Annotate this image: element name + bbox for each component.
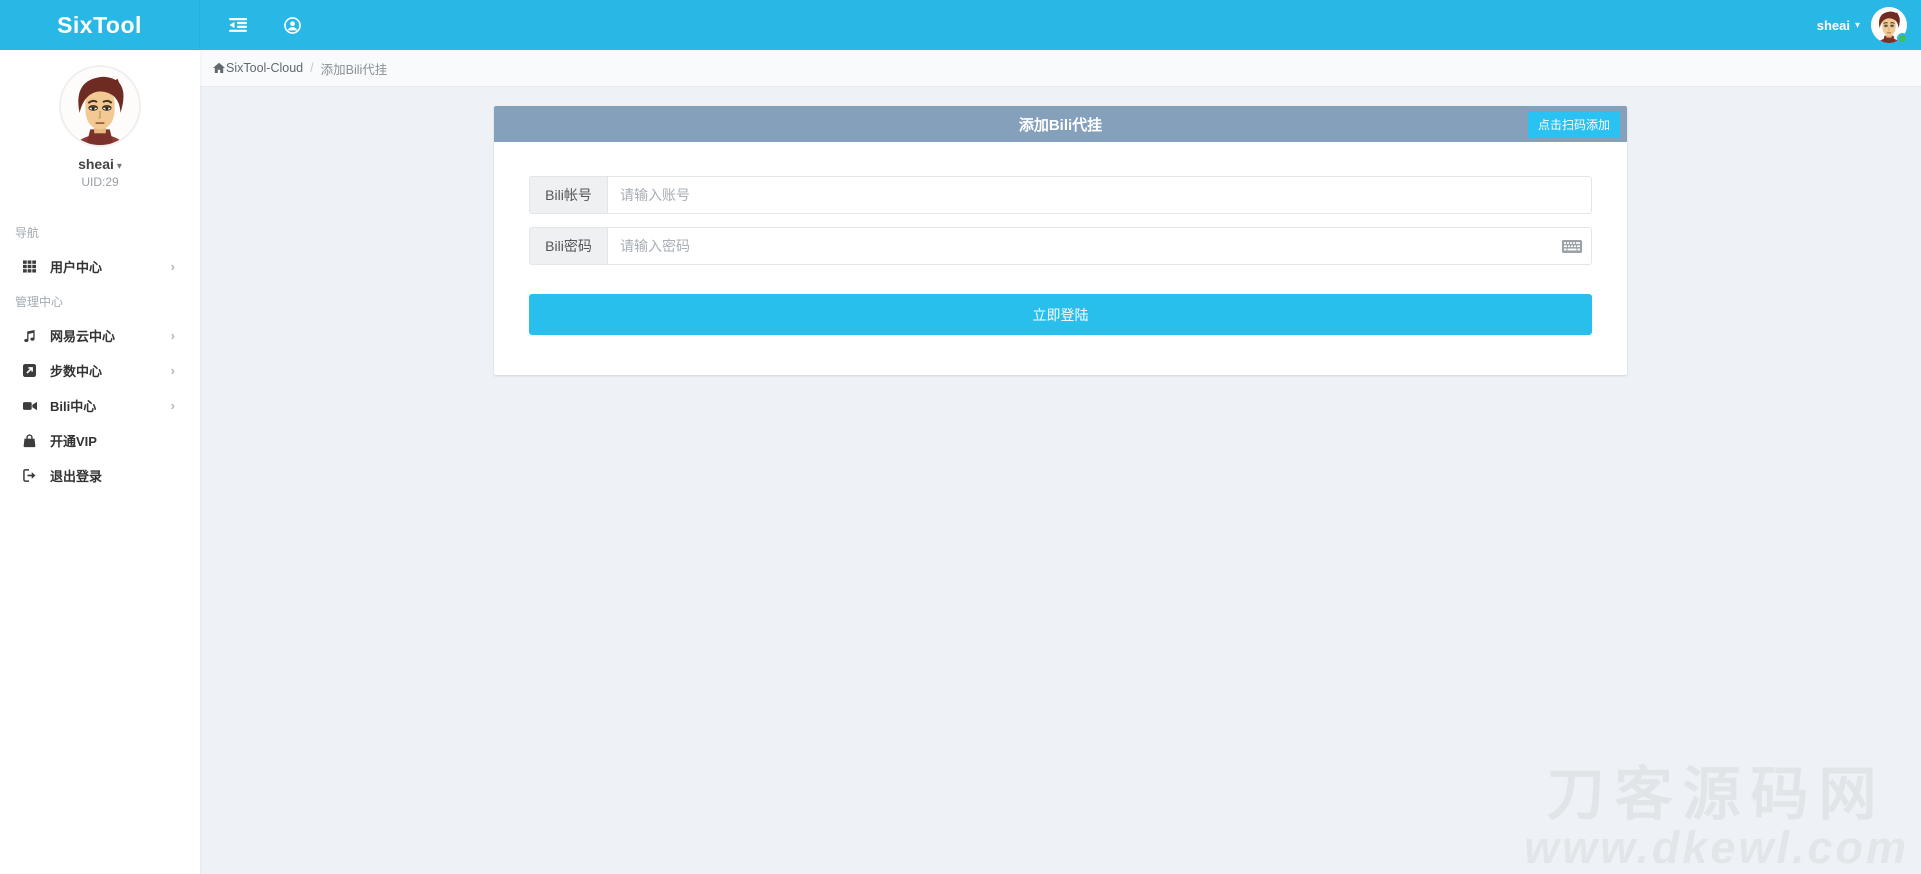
sidebar-item-label: 开通VIP [50, 431, 97, 450]
bili-password-input[interactable] [608, 228, 1562, 264]
bili-password-label: Bili密码 [530, 228, 608, 264]
nav-section-label: 管理中心 [0, 284, 200, 318]
bili-account-group: Bili帐号 [529, 176, 1592, 214]
caret-down-icon: ▾ [117, 161, 122, 172]
breadcrumb-root-link[interactable]: SixTool-Cloud [226, 61, 303, 75]
watermark: 刀客源码网 www.dkewl.com [1524, 765, 1909, 872]
sidebar-item-vip[interactable]: 开通VIP [0, 423, 200, 458]
keyboard-icon[interactable] [1562, 228, 1591, 264]
sidebar-item-label: 步数中心 [50, 361, 102, 380]
navbar-avatar[interactable] [1871, 7, 1907, 43]
sidebar-item-netease-center[interactable]: 网易云中心 › [0, 318, 200, 353]
sign-out-icon [23, 469, 50, 482]
sidebar-avatar[interactable] [0, 65, 200, 147]
panel-header: 添加Bili代挂 点击扫码添加 [494, 106, 1627, 142]
chevron-right-icon: › [171, 328, 175, 343]
sidebar-nav: 导航 用户中心 › 管理中心 网易云中心 › [0, 215, 200, 493]
bili-account-input[interactable] [608, 177, 1591, 213]
sidebar-toggle-button[interactable] [224, 11, 252, 39]
nav-section-label: 导航 [0, 215, 200, 249]
sidebar-item-label: Bili中心 [50, 396, 96, 415]
scan-qr-add-button[interactable]: 点击扫码添加 [1528, 111, 1620, 138]
sidebar-uid: UID:29 [0, 175, 200, 189]
sidebar-item-logout[interactable]: 退出登录 [0, 458, 200, 493]
login-now-button[interactable]: 立即登陆 [529, 294, 1592, 335]
navbar-username: sheai [1817, 18, 1850, 33]
app-logo[interactable]: SixTool [0, 0, 200, 50]
sidebar-user-dropdown[interactable]: sheai▾ [0, 156, 200, 172]
sidebar-item-user-center[interactable]: 用户中心 › [0, 249, 200, 284]
external-link-square-icon [23, 364, 50, 377]
breadcrumb-separator: / [310, 61, 313, 75]
panel-title: 添加Bili代挂 [1019, 114, 1102, 135]
panel-body: Bili帐号 Bili密码 立即登陆 [494, 142, 1627, 375]
main-content: 添加Bili代挂 点击扫码添加 Bili帐号 Bili密码 [200, 87, 1921, 874]
watermark-line1: 刀客源码网 [1524, 765, 1909, 825]
online-status-dot [1897, 33, 1908, 44]
caret-down-icon: ▾ [1855, 20, 1860, 31]
breadcrumb-current: 添加Bili代挂 [321, 59, 388, 78]
sidebar-username: sheai [78, 156, 114, 172]
sidebar-item-label: 退出登录 [50, 466, 102, 485]
home-icon [213, 62, 225, 74]
video-camera-icon [23, 400, 50, 412]
breadcrumb: SixTool-Cloud / 添加Bili代挂 [200, 50, 1921, 87]
chevron-right-icon: › [171, 398, 175, 413]
sidebar-item-steps-center[interactable]: 步数中心 › [0, 353, 200, 388]
grid-icon [23, 260, 50, 273]
bili-password-group: Bili密码 [529, 227, 1592, 265]
chevron-right-icon: › [171, 259, 175, 274]
navbar-user-dropdown[interactable]: sheai ▾ [1817, 18, 1860, 33]
avatar-image [59, 65, 141, 147]
add-bili-panel: 添加Bili代挂 点击扫码添加 Bili帐号 Bili密码 [494, 106, 1627, 375]
user-menu-button[interactable] [278, 11, 306, 39]
sidebar-item-label: 网易云中心 [50, 326, 115, 345]
chevron-right-icon: › [171, 363, 175, 378]
sidebar: sheai▾ UID:29 导航 用户中心 › 管理中心 网易云中心 [0, 50, 200, 874]
bili-account-label: Bili帐号 [530, 177, 608, 213]
user-circle-icon [284, 17, 301, 34]
shopping-bag-icon [23, 434, 50, 448]
watermark-line2: www.dkewl.com [1524, 825, 1909, 872]
top-navbar: SixTool sheai ▾ [0, 0, 1921, 50]
outdent-menu-icon [229, 18, 247, 32]
sidebar-item-label: 用户中心 [50, 257, 102, 276]
music-note-icon [23, 329, 50, 343]
sidebar-item-bili-center[interactable]: Bili中心 › [0, 388, 200, 423]
